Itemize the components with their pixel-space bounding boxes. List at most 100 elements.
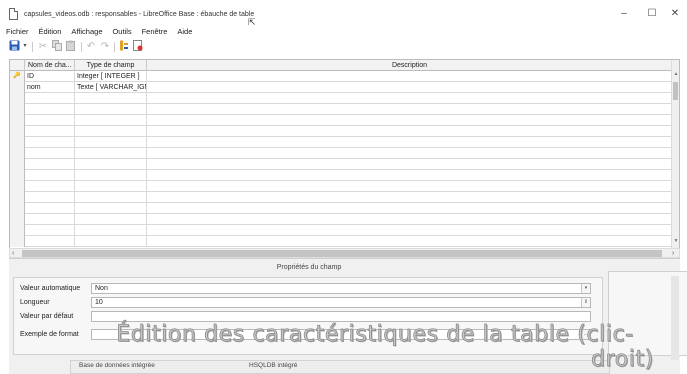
menu-fenetre[interactable]: Fenêtre [142, 27, 168, 36]
field-description-cell[interactable] [147, 137, 673, 148]
row-handle[interactable] [10, 104, 25, 115]
table-row[interactable] [10, 126, 679, 137]
scrollbar-thumb[interactable] [673, 82, 678, 100]
chevron-down-icon[interactable]: ▾ [581, 284, 590, 293]
table-row[interactable] [10, 214, 679, 225]
field-type-cell[interactable] [75, 203, 147, 214]
field-type-cell[interactable] [75, 192, 147, 203]
field-type-cell[interactable] [75, 137, 147, 148]
field-type-cell[interactable] [75, 148, 147, 159]
field-name-cell[interactable] [25, 170, 75, 181]
field-description-cell[interactable] [147, 159, 673, 170]
field-type-cell[interactable] [75, 126, 147, 137]
table-row[interactable] [10, 170, 679, 181]
table-row[interactable] [10, 203, 679, 214]
undo-icon[interactable]: ↶ [85, 40, 97, 53]
table-row[interactable] [10, 181, 679, 192]
row-handle[interactable] [10, 236, 25, 247]
table-row[interactable] [10, 137, 679, 148]
field-description-cell[interactable] [147, 236, 673, 247]
field-type-cell[interactable] [75, 104, 147, 115]
field-type-cell[interactable] [75, 170, 147, 181]
field-type-cell[interactable] [75, 225, 147, 236]
menu-outils[interactable]: Outils [112, 27, 131, 36]
maximize-button[interactable]: ☐ [640, 7, 664, 21]
field-description-cell[interactable] [147, 104, 673, 115]
column-header-name[interactable]: Nom de cha... [25, 60, 75, 71]
field-name-cell[interactable] [25, 104, 75, 115]
field-name-cell[interactable] [25, 148, 75, 159]
menu-fichier[interactable]: Fichier [6, 27, 29, 36]
column-header-description[interactable]: Description [147, 60, 673, 71]
field-name-cell[interactable] [25, 159, 75, 170]
row-handle[interactable] [10, 214, 25, 225]
copy-icon[interactable] [51, 40, 63, 53]
field-type-cell[interactable] [75, 236, 147, 247]
scroll-up-icon[interactable]: ▲ [672, 71, 679, 77]
row-handle[interactable] [10, 170, 25, 181]
scroll-down-icon[interactable]: ▼ [672, 238, 679, 244]
row-handle[interactable] [10, 93, 25, 104]
save-dropdown-icon[interactable]: ▾ [21, 40, 29, 53]
field-type-cell[interactable] [75, 159, 147, 170]
table-row[interactable] [10, 192, 679, 203]
table-row[interactable]: nom Texte [ VARCHAR_IGN [10, 82, 679, 93]
horizontal-scrollbar-thumb[interactable] [22, 250, 662, 257]
field-type-cell[interactable] [75, 181, 147, 192]
field-type-cell[interactable] [75, 93, 147, 104]
field-description-cell[interactable] [147, 170, 673, 181]
row-handle[interactable] [10, 137, 25, 148]
field-name-cell[interactable]: ID [25, 71, 75, 82]
field-name-cell[interactable]: nom [25, 82, 75, 93]
field-description-cell[interactable] [147, 126, 673, 137]
field-type-cell[interactable]: Texte [ VARCHAR_IGN [75, 82, 147, 93]
field-name-cell[interactable] [25, 225, 75, 236]
row-handle[interactable] [10, 148, 25, 159]
table-row[interactable] [10, 148, 679, 159]
grid-vertical-scrollbar[interactable]: ▲ ▼ [671, 60, 679, 256]
field-name-cell[interactable] [25, 181, 75, 192]
field-name-cell[interactable] [25, 236, 75, 247]
field-name-cell[interactable] [25, 126, 75, 137]
row-handle[interactable] [10, 126, 25, 137]
field-description-cell[interactable] [147, 148, 673, 159]
minimize-button[interactable]: – [612, 7, 636, 21]
field-description-cell[interactable] [147, 225, 673, 236]
paste-icon[interactable] [65, 40, 77, 53]
field-description-cell[interactable] [147, 115, 673, 126]
field-type-cell[interactable]: Integer [ INTEGER ] [75, 71, 147, 82]
field-name-cell[interactable] [25, 137, 75, 148]
field-name-cell[interactable] [25, 203, 75, 214]
save-icon[interactable] [8, 40, 21, 53]
table-row[interactable] [10, 225, 679, 236]
field-description-cell[interactable] [147, 181, 673, 192]
row-handle[interactable] [10, 181, 25, 192]
row-handle[interactable] [10, 115, 25, 126]
primary-key-icon[interactable] [118, 40, 130, 53]
table-row[interactable] [10, 159, 679, 170]
grid-horizontal-scrollbar[interactable]: ‹ › [9, 248, 680, 258]
auto-value-select[interactable]: Non ▾ [91, 283, 591, 294]
index-design-icon[interactable] [132, 40, 144, 53]
field-type-cell[interactable] [75, 115, 147, 126]
table-row[interactable] [10, 93, 679, 104]
row-handle[interactable] [10, 159, 25, 170]
cut-icon[interactable]: ✂ [37, 40, 49, 53]
menu-edition[interactable]: Édition [38, 27, 61, 36]
field-name-cell[interactable] [25, 214, 75, 225]
table-row[interactable] [10, 104, 679, 115]
row-handle[interactable] [10, 192, 25, 203]
field-description-cell[interactable] [147, 93, 673, 104]
field-name-cell[interactable] [25, 192, 75, 203]
row-handle[interactable] [10, 225, 25, 236]
scroll-right-icon[interactable]: › [672, 249, 674, 258]
field-description-cell[interactable] [147, 82, 673, 93]
menu-affichage[interactable]: Affichage [71, 27, 102, 36]
table-row[interactable] [10, 115, 679, 126]
default-value-field[interactable] [91, 311, 591, 322]
spin-arrows-icon[interactable]: ⇕ [581, 298, 590, 307]
length-spin-field[interactable]: 10 ⇕ [91, 297, 591, 308]
column-header-type[interactable]: Type de champ [75, 60, 147, 71]
row-handle[interactable]: 🔑 [10, 71, 25, 82]
table-row[interactable]: 🔑 ID Integer [ INTEGER ] [10, 71, 679, 82]
